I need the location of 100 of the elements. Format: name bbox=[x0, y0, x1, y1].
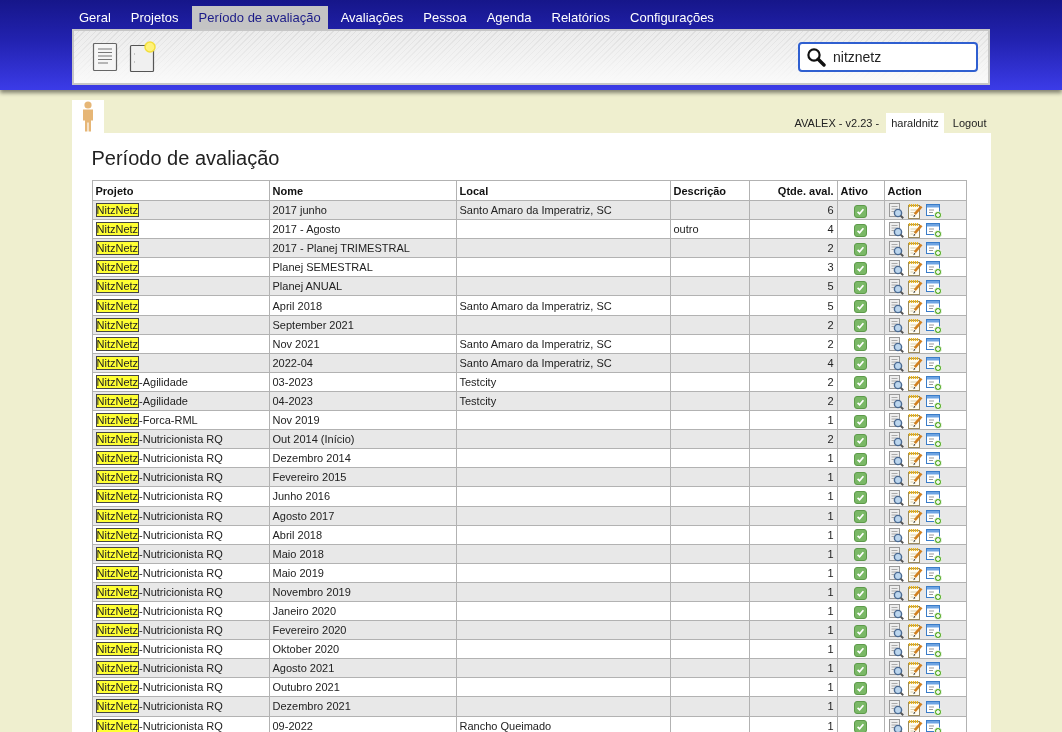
document-search-icon[interactable] bbox=[887, 680, 904, 696]
document-search-icon[interactable] bbox=[887, 241, 904, 257]
notepad-pencil-icon[interactable] bbox=[906, 718, 923, 732]
notepad-pencil-icon[interactable] bbox=[906, 355, 923, 372]
form-plus-icon[interactable] bbox=[925, 222, 942, 238]
document-search-icon[interactable] bbox=[887, 489, 904, 505]
form-plus-icon[interactable] bbox=[925, 718, 942, 732]
form-plus-icon[interactable] bbox=[925, 355, 942, 372]
notepad-pencil-icon[interactable] bbox=[906, 279, 923, 295]
notepad-pencil-icon[interactable] bbox=[906, 394, 923, 410]
notepad-pencil-icon[interactable] bbox=[906, 298, 923, 315]
document-search-icon[interactable] bbox=[887, 661, 904, 677]
notepad-pencil-icon[interactable] bbox=[906, 336, 923, 353]
document-search-icon[interactable] bbox=[887, 279, 904, 295]
nav-tab[interactable]: Relatórios bbox=[544, 6, 618, 29]
document-search-icon[interactable] bbox=[887, 508, 904, 525]
document-search-icon[interactable] bbox=[887, 203, 904, 219]
document-icon[interactable] bbox=[92, 42, 118, 72]
document-search-icon[interactable] bbox=[887, 394, 904, 410]
table-cell: NitzNetz-Forca-RML bbox=[92, 410, 269, 430]
notepad-pencil-icon[interactable] bbox=[906, 604, 923, 620]
form-plus-icon[interactable] bbox=[925, 546, 942, 563]
notepad-pencil-icon[interactable] bbox=[906, 699, 923, 716]
form-plus-icon[interactable] bbox=[925, 489, 942, 505]
form-plus-icon[interactable] bbox=[925, 565, 942, 582]
notepad-pencil-icon[interactable] bbox=[906, 565, 923, 582]
document-search-icon[interactable] bbox=[887, 317, 904, 334]
notepad-pencil-icon[interactable] bbox=[906, 546, 923, 563]
notepad-pencil-icon[interactable] bbox=[906, 661, 923, 677]
form-plus-icon[interactable] bbox=[925, 451, 942, 467]
document-search-icon[interactable] bbox=[887, 222, 904, 238]
form-plus-icon[interactable] bbox=[925, 623, 942, 639]
form-plus-icon[interactable] bbox=[925, 336, 942, 353]
form-plus-icon[interactable] bbox=[925, 279, 942, 295]
notepad-pencil-icon[interactable] bbox=[906, 623, 923, 639]
user-link[interactable]: haraldnitz bbox=[886, 113, 944, 133]
form-plus-icon[interactable] bbox=[925, 508, 942, 525]
notepad-pencil-icon[interactable] bbox=[906, 203, 923, 219]
document-search-icon[interactable] bbox=[887, 336, 904, 353]
document-search-icon[interactable] bbox=[887, 642, 904, 658]
notepad-pencil-icon[interactable] bbox=[906, 470, 923, 486]
notepad-pencil-icon[interactable] bbox=[906, 222, 923, 238]
form-plus-icon[interactable] bbox=[925, 374, 942, 391]
form-plus-icon[interactable] bbox=[925, 527, 942, 544]
nav-tab[interactable]: Agenda bbox=[479, 6, 539, 29]
notepad-pencil-icon[interactable] bbox=[906, 527, 923, 544]
form-plus-icon[interactable] bbox=[925, 413, 942, 429]
logout-link[interactable]: Logout bbox=[943, 113, 991, 133]
nav-tab[interactable]: Pessoa bbox=[416, 6, 474, 29]
document-search-icon[interactable] bbox=[887, 451, 904, 467]
form-plus-icon[interactable] bbox=[925, 642, 942, 658]
notepad-pencil-icon[interactable] bbox=[906, 413, 923, 429]
form-plus-icon[interactable] bbox=[925, 203, 942, 219]
form-plus-icon[interactable] bbox=[925, 241, 942, 257]
form-plus-icon[interactable] bbox=[925, 699, 942, 716]
table-cell: Agosto 2017 bbox=[269, 506, 456, 526]
document-search-icon[interactable] bbox=[887, 546, 904, 563]
document-search-icon[interactable] bbox=[887, 470, 904, 486]
document-search-icon[interactable] bbox=[887, 374, 904, 391]
document-search-icon[interactable] bbox=[887, 355, 904, 372]
notepad-pencil-icon[interactable] bbox=[906, 489, 923, 505]
nav-tab[interactable]: Avaliações bbox=[333, 6, 411, 29]
notepad-pencil-icon[interactable] bbox=[906, 260, 923, 276]
form-plus-icon[interactable] bbox=[925, 584, 942, 601]
form-plus-icon[interactable] bbox=[925, 432, 942, 448]
document-search-icon[interactable] bbox=[887, 718, 904, 732]
form-plus-icon[interactable] bbox=[925, 470, 942, 486]
document-search-icon[interactable] bbox=[887, 527, 904, 544]
blank-page-sparkle-icon[interactable] bbox=[129, 41, 157, 73]
notepad-pencil-icon[interactable] bbox=[906, 508, 923, 525]
form-plus-icon[interactable] bbox=[925, 298, 942, 315]
document-search-icon[interactable] bbox=[887, 413, 904, 429]
notepad-pencil-icon[interactable] bbox=[906, 642, 923, 658]
document-search-icon[interactable] bbox=[887, 604, 904, 620]
document-search-icon[interactable] bbox=[887, 260, 904, 276]
notepad-pencil-icon[interactable] bbox=[906, 317, 923, 334]
notepad-pencil-icon[interactable] bbox=[906, 451, 923, 467]
form-plus-icon[interactable] bbox=[925, 317, 942, 334]
form-plus-icon[interactable] bbox=[925, 394, 942, 410]
form-plus-icon[interactable] bbox=[925, 260, 942, 276]
notepad-pencil-icon[interactable] bbox=[906, 680, 923, 696]
nav-tab[interactable]: Período de avaliação bbox=[191, 6, 328, 29]
nav-tab[interactable]: Geral bbox=[72, 6, 118, 29]
notepad-pencil-icon[interactable] bbox=[906, 374, 923, 391]
notepad-pencil-icon[interactable] bbox=[906, 241, 923, 257]
document-search-icon[interactable] bbox=[887, 432, 904, 448]
form-plus-icon[interactable] bbox=[925, 604, 942, 620]
form-plus-icon[interactable] bbox=[925, 680, 942, 696]
document-search-icon[interactable] bbox=[887, 623, 904, 639]
search-icon bbox=[806, 47, 826, 67]
document-search-icon[interactable] bbox=[887, 565, 904, 582]
document-search-icon[interactable] bbox=[887, 298, 904, 315]
document-search-icon[interactable] bbox=[887, 584, 904, 601]
notepad-pencil-icon[interactable] bbox=[906, 432, 923, 448]
nav-tab[interactable]: Configurações bbox=[623, 6, 721, 29]
search-field[interactable]: nitznetz bbox=[798, 42, 978, 72]
document-search-icon[interactable] bbox=[887, 699, 904, 716]
notepad-pencil-icon[interactable] bbox=[906, 584, 923, 601]
form-plus-icon[interactable] bbox=[925, 661, 942, 677]
nav-tab[interactable]: Projetos bbox=[123, 6, 186, 29]
